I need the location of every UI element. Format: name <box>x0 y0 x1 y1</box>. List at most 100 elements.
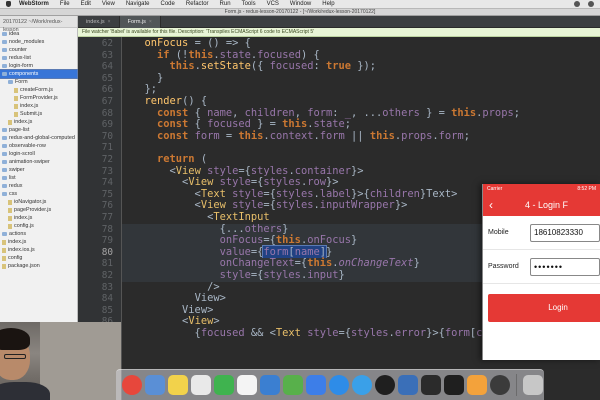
safari-icon[interactable] <box>352 375 372 395</box>
folder-icon[interactable] <box>145 375 165 395</box>
menu-window[interactable]: Window <box>290 1 311 7</box>
tree-item[interactable]: index.ios.js <box>0 246 77 254</box>
tree-item[interactable]: index.js <box>0 102 77 110</box>
tree-item-label: node_modules <box>9 39 45 45</box>
project-root-label[interactable]: 20170122 ~/Work/redux-lesson <box>0 16 77 33</box>
folder-icon <box>2 232 7 236</box>
tree-item[interactable]: page-list <box>0 126 77 134</box>
tree-item[interactable]: list <box>0 174 77 182</box>
code-line[interactable]: } <box>122 72 600 85</box>
tree-item[interactable]: Submit.js <box>0 110 77 118</box>
quicktime-icon[interactable] <box>490 375 510 395</box>
tree-item[interactable]: redux-and-global-computed <box>0 134 77 142</box>
tree-item[interactable]: FormProvider.js <box>0 94 77 102</box>
menu-view[interactable]: View <box>102 1 115 7</box>
menu-file[interactable]: File <box>60 1 70 7</box>
tree-item[interactable]: index.js <box>0 214 77 222</box>
tree-item[interactable]: Form <box>0 78 77 86</box>
menu-navigate[interactable]: Navigate <box>126 1 150 7</box>
line-number: 72 <box>101 154 113 165</box>
photos-icon[interactable] <box>467 375 487 395</box>
editor-tab[interactable]: index.js × <box>78 16 120 28</box>
finder-2-icon[interactable] <box>260 375 280 395</box>
menu-help[interactable]: Help <box>322 1 334 7</box>
tree-item[interactable]: index.js <box>0 118 77 126</box>
tree-item[interactable]: observable-row <box>0 142 77 150</box>
code-line[interactable]: const form = this.context.form || this.p… <box>122 130 600 143</box>
xcode-icon[interactable] <box>398 375 418 395</box>
apple-menu-icon[interactable] <box>6 1 11 7</box>
menu-refactor[interactable]: Refactor <box>186 1 209 7</box>
tree-item[interactable]: config <box>0 254 77 262</box>
login-button[interactable]: Login <box>488 294 600 322</box>
terminal-icon[interactable] <box>421 375 441 395</box>
tree-item[interactable]: idea <box>0 30 77 38</box>
keynote-icon[interactable] <box>306 375 326 395</box>
app-store-icon[interactable] <box>329 375 349 395</box>
file-watcher-notification[interactable]: File watcher 'Babel' is available for th… <box>78 28 600 37</box>
chrome-icon[interactable] <box>122 375 142 395</box>
code-line[interactable]: this.setState({ focused: true }); <box>122 60 600 73</box>
menu-run[interactable]: Run <box>220 1 231 7</box>
status-bar: Carrier 8:52 PM <box>483 184 600 194</box>
spotlight-icon[interactable] <box>574 1 580 7</box>
file-icon <box>8 199 12 205</box>
preview-icon[interactable] <box>191 375 211 395</box>
tree-item[interactable]: actions <box>0 230 77 238</box>
tree-item[interactable]: pageProvider.js <box>0 206 77 214</box>
tree-item[interactable]: counter <box>0 46 77 54</box>
line-number: 78 <box>101 223 113 235</box>
clock-label: 8:52 PM <box>577 186 596 192</box>
trash-icon[interactable] <box>523 375 543 395</box>
back-chevron-icon[interactable]: ‹ <box>489 198 507 212</box>
tree-item-label: redux-list <box>9 55 31 61</box>
tree-item[interactable]: config.js <box>0 222 77 230</box>
password-input[interactable]: ••••••• <box>530 257 600 276</box>
line-number: 75 <box>101 188 113 200</box>
numbers-icon[interactable] <box>283 375 303 395</box>
notification-center-icon[interactable] <box>588 1 594 7</box>
line-number: 77 <box>101 212 113 223</box>
tree-item-label: Submit.js <box>20 111 43 117</box>
notes-icon[interactable] <box>168 375 188 395</box>
tree-item[interactable]: index.js <box>0 238 77 246</box>
line-number: 62 <box>101 38 113 49</box>
tree-item[interactable]: animation-swiper <box>0 158 77 166</box>
tree-item[interactable]: redux <box>0 182 77 190</box>
file-icon <box>14 95 18 101</box>
dock-separator <box>516 374 517 396</box>
tree-item[interactable]: swiper <box>0 166 77 174</box>
qq-icon[interactable] <box>375 375 395 395</box>
code-line[interactable]: render() { <box>122 95 600 108</box>
presenter-shirt <box>0 382 50 400</box>
folder-icon <box>2 168 7 172</box>
folder-icon <box>8 80 13 84</box>
menu-webstorm[interactable]: WebStorm <box>19 1 49 7</box>
mobile-input[interactable]: 18610823330 <box>530 223 600 242</box>
menu-code[interactable]: Code <box>161 1 175 7</box>
folder-icon <box>2 160 7 164</box>
tree-item[interactable]: login-scroll <box>0 150 77 158</box>
menu-edit[interactable]: Edit <box>81 1 91 7</box>
close-tab-icon[interactable]: × <box>149 16 152 28</box>
menu-vcs[interactable]: VCS <box>267 1 279 7</box>
tree-item[interactable]: package.json <box>0 262 77 270</box>
webstorm-icon[interactable] <box>444 375 464 395</box>
wechat-icon[interactable] <box>214 375 234 395</box>
tree-item[interactable]: createForm.js <box>0 86 77 94</box>
menu-tools[interactable]: Tools <box>242 1 256 7</box>
tree-item[interactable]: redux-list <box>0 54 77 62</box>
tree-item[interactable]: login-form <box>0 62 77 70</box>
tree-item-label: ioNavigator.js <box>14 199 47 205</box>
folder-icon <box>2 72 7 76</box>
tree-item[interactable]: components <box>0 69 78 79</box>
tree-item-label: redux <box>9 183 23 189</box>
tree-item[interactable]: node_modules <box>0 38 77 46</box>
tree-item[interactable]: ioNavigator.js <box>0 198 77 206</box>
close-tab-icon[interactable]: × <box>108 16 111 28</box>
calendar-icon[interactable] <box>237 375 257 395</box>
tree-item-label: config <box>8 255 23 261</box>
tree-item-label: FormProvider.js <box>20 95 58 101</box>
tree-item[interactable]: css <box>0 190 77 198</box>
editor-tab[interactable]: Form.js × <box>119 16 161 28</box>
